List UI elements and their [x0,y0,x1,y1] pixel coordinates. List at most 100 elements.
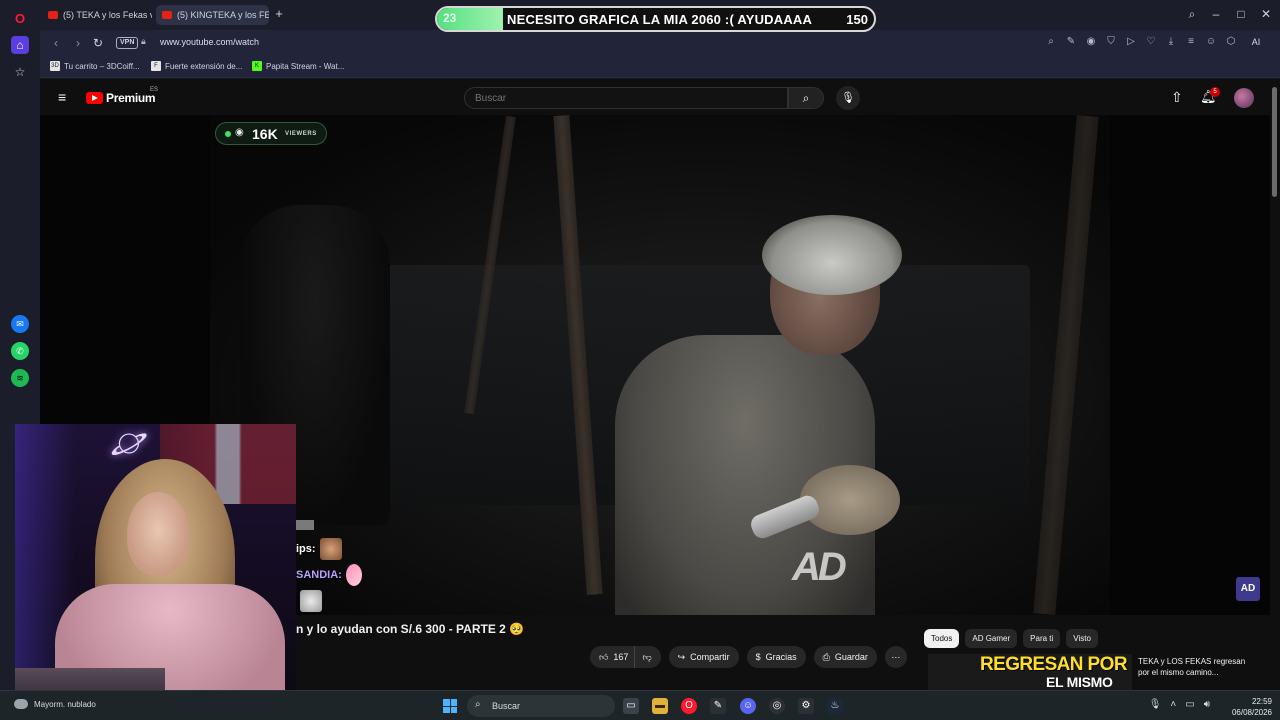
speed-dial-icon[interactable]: ☆ [11,63,29,81]
voice-search-button[interactable]: 🎙︎ [836,86,860,110]
lock-icon[interactable]: 🔒︎ [141,36,146,47]
eye-icon: ◉ [235,127,244,138]
video-actions: 👍︎ 167 👎︎ ↪ Compartir $ Gracias ⎙ Guarda… [590,646,907,668]
thumbnail-text: EL MISMO [1046,674,1113,690]
aria-ai-button[interactable]: AI [1244,35,1268,49]
chat-badge-icon [296,520,314,530]
recommendation-chips: Todos AD Gamer Para ti Visto [924,629,1098,648]
more-dots-icon: ⋯ [891,651,901,662]
url-field[interactable]: www.youtube.com/watch [160,37,259,47]
task-view-icon[interactable]: ▭ [623,698,639,714]
play-icon[interactable]: ▷ [1124,35,1138,49]
share-icon: ↪ [677,651,686,662]
messenger-icon[interactable]: ✉ [11,315,29,333]
settings-gear-icon[interactable]: ⚙ [798,698,814,714]
account-avatar[interactable] [1234,88,1254,108]
save-button[interactable]: ⎙ Guardar [813,646,877,668]
kick-favicon-icon: K [252,61,262,71]
hamburger-menu-icon[interactable]: ≡ [58,90,72,104]
maximize-button[interactable]: □ [1233,6,1249,22]
bookmark-label: Papita Stream - Wat... [266,61,345,71]
vpn-badge[interactable]: VPN [116,37,139,49]
bookmark-label: Fuerte extensión de... [165,61,243,71]
chevron-up-icon[interactable]: ˄ [1170,699,1176,710]
upload-button[interactable]: ⇧ [1171,89,1183,106]
forward-button[interactable]: › [70,35,86,51]
youtube-favicon-icon [162,11,172,19]
profile-icon[interactable]: ☺ [1204,35,1218,49]
bookmarks-bar: 3D Tu carrito – 3DCoiff... F Fuerte exte… [40,56,1280,78]
recommended-thumbnail[interactable]: REGRESAN POR EL MISMO [928,654,1132,690]
display-icon[interactable]: ▭ [1185,699,1194,710]
chip-visto[interactable]: Visto [1066,629,1098,648]
taskbar-search[interactable]: ⌕ Buscar [467,695,615,717]
search-tabs-icon[interactable]: ⌕ [1184,6,1200,22]
bookmark-favicon-icon: 3D [50,61,60,71]
channel-branding-badge[interactable]: AD [1236,577,1260,601]
new-tab-button[interactable]: + [273,7,285,20]
share-button[interactable]: ↪ Compartir [668,646,739,668]
like-button[interactable]: 👍︎ 167 [590,646,636,668]
thanks-button[interactable]: $ Gracias [746,646,806,668]
tab-label: (5) KINGTEKA y los FE [177,10,269,20]
chip-para-ti[interactable]: Para ti [1023,629,1061,648]
search-icon: ⌕ [475,699,481,710]
youtube-logo[interactable]: Premium [86,91,156,105]
recommended-title[interactable]: TEKA y LOS FEKAS regresan por el mismo c… [1138,656,1258,678]
minimize-button[interactable]: – [1208,6,1224,22]
bookmark-papita-stream[interactable]: K Papita Stream - Wat... [252,61,344,71]
chat-message: SANDIA: [296,564,362,586]
file-explorer-icon[interactable]: ▬ [652,698,668,714]
chip-todos[interactable]: Todos [924,629,960,648]
microphone-icon: 🎙︎ [841,92,855,104]
volume-icon[interactable]: 🔊︎ [1204,699,1210,710]
windows-logo-icon [450,706,457,713]
steam-icon[interactable]: ♨ [827,698,843,714]
thumbnail-text: REGRESAN POR [980,654,1128,675]
chip-ad-gamer[interactable]: AD Gamer [965,629,1018,648]
cloud-icon [14,699,28,709]
close-button[interactable]: ✕ [1258,6,1274,22]
reload-button[interactable]: ↻ [90,35,106,51]
obs-icon[interactable]: ◎ [769,698,785,714]
microphone-icon[interactable]: 🎙︎ [1149,699,1162,710]
dislike-button[interactable]: 👎︎ [635,646,661,668]
app-icon[interactable]: ✎ [710,698,726,714]
camera-icon[interactable]: ◉ [1084,35,1098,49]
download-icon[interactable]: ⤓ [1164,35,1178,49]
video-frame [762,215,902,295]
search-button[interactable]: ⌕ [788,87,824,109]
bookmark-fuerte-extension[interactable]: F Fuerte extensión de... [151,61,242,71]
more-actions-button[interactable]: ⋯ [884,646,907,668]
edit-icon[interactable]: ✎ [1064,35,1078,49]
start-button[interactable] [443,699,457,713]
bookmark-icon: ⎙ [822,651,830,662]
thumbs-down-icon: 👎︎ [642,651,652,662]
back-button[interactable]: ‹ [48,35,64,51]
menu-lines-icon[interactable]: ≡ [1184,35,1198,49]
weather-widget[interactable]: Mayorm. nublado [14,699,96,709]
cube-icon[interactable]: ⬡ [1224,35,1238,49]
discord-icon[interactable]: ☺ [740,698,756,714]
donation-goal-bar: 23 NECESITO GRAFICA LA MIA 2060 :( AYUDA… [435,6,876,32]
bookmark-3dcoiff[interactable]: 3D Tu carrito – 3DCoiff... [50,61,140,71]
shield-icon[interactable]: ⛉ [1104,35,1118,49]
chat-message [296,590,322,612]
whatsapp-icon[interactable]: ✆ [11,342,29,360]
scrollbar-thumb[interactable] [1272,87,1277,197]
system-clock[interactable]: 22:59 06/08/2026 [1232,696,1272,718]
goal-current: 23 [443,11,457,25]
page-scrollbar[interactable] [1270,79,1280,690]
tab-teka-fekas[interactable]: (5) TEKA y los Fekas van p [42,5,152,25]
opera-logo-icon[interactable]: O [11,9,29,27]
zoom-icon[interactable]: ⌕ [1044,35,1058,49]
home-icon[interactable]: ⌂ [11,36,29,54]
opera-taskbar-icon[interactable]: O [681,698,697,714]
heart-icon[interactable]: ♡ [1144,35,1158,49]
tab-kingteka[interactable]: (5) KINGTEKA y los FE [156,5,269,25]
video-title: n y lo ayudan con S/.6 300 - PARTE 2 🥺 [296,622,525,636]
search-input[interactable] [475,93,765,104]
spotify-icon[interactable]: ≋ [11,369,29,387]
tab-label: (5) TEKA y los Fekas van p [63,10,152,20]
search-icon: ⌕ [802,91,810,105]
